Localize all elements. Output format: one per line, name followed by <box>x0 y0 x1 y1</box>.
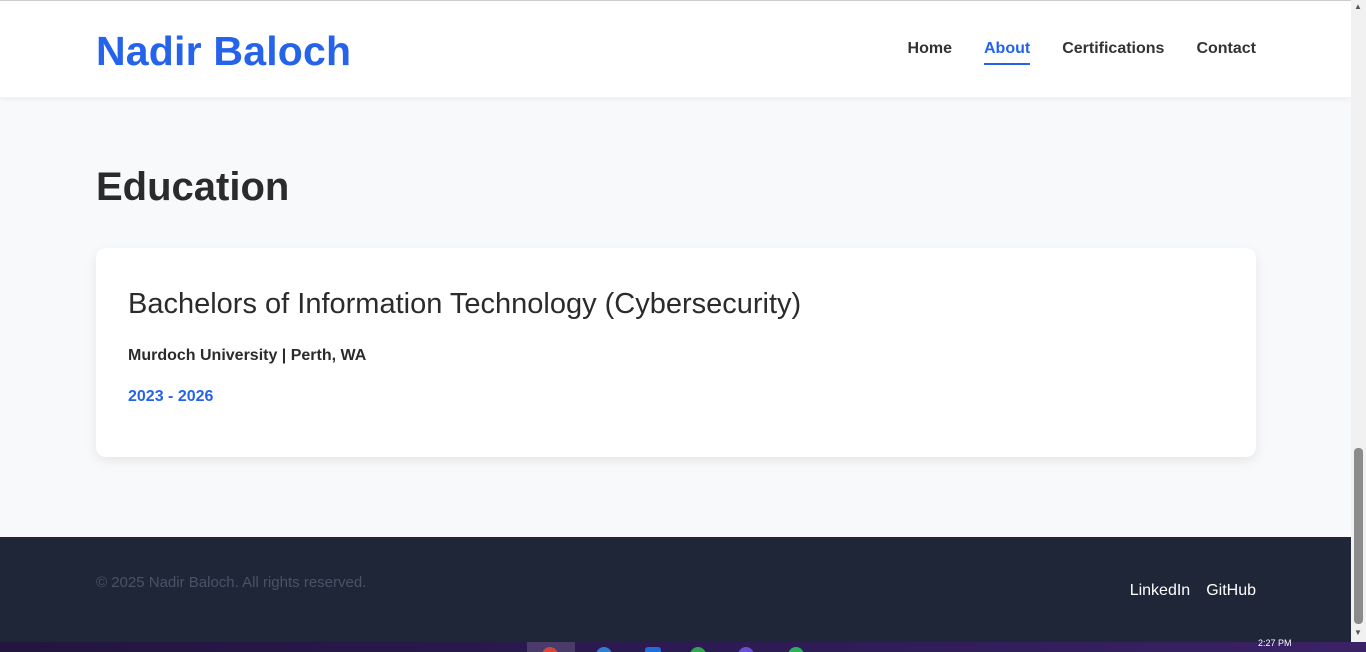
nav-home[interactable]: Home <box>908 39 952 65</box>
app-icon[interactable] <box>690 647 706 652</box>
vertical-scrollbar[interactable]: ▲ ▼ <box>1351 0 1366 642</box>
copyright-text: © 2025 Nadir Baloch. All rights reserved… <box>96 574 367 591</box>
scroll-up-arrow-icon[interactable]: ▲ <box>1354 2 1362 11</box>
scroll-down-arrow-icon[interactable]: ▼ <box>1354 628 1362 637</box>
footer-links: LinkedIn GitHub <box>1130 581 1256 601</box>
footer-link-github[interactable]: GitHub <box>1206 581 1256 601</box>
site-header: Nadir Baloch Home About Certifications C… <box>0 1 1351 97</box>
scroll-thumb[interactable] <box>1354 448 1363 624</box>
nav-about[interactable]: About <box>983 39 1031 65</box>
degree-title: Bachelors of Information Technology (Cyb… <box>128 288 802 320</box>
main-content: Education Bachelors of Information Techn… <box>0 97 1351 537</box>
os-taskbar: 2:27 PM <box>0 638 1366 652</box>
app-icon[interactable] <box>596 647 612 652</box>
app-icon[interactable] <box>738 647 754 652</box>
main-nav: Home About Certifications Contact <box>908 39 1256 65</box>
nav-certifications[interactable]: Certifications <box>1062 39 1164 65</box>
nav-contact[interactable]: Contact <box>1196 39 1256 65</box>
app-icon[interactable] <box>645 647 661 652</box>
section-title-education: Education <box>96 165 290 209</box>
education-card: Bachelors of Information Technology (Cyb… <box>96 248 1256 457</box>
school-location: Murdoch University | Perth, WA <box>128 347 367 364</box>
taskbar-clock[interactable]: 2:27 PM <box>1258 638 1292 648</box>
footer-link-linkedin[interactable]: LinkedIn <box>1130 581 1191 601</box>
brand-logo-text[interactable]: Nadir Baloch <box>96 27 351 75</box>
app-icon[interactable] <box>788 647 804 652</box>
site-footer: © 2025 Nadir Baloch. All rights reserved… <box>0 537 1351 642</box>
study-years: 2023 - 2026 <box>128 388 214 405</box>
